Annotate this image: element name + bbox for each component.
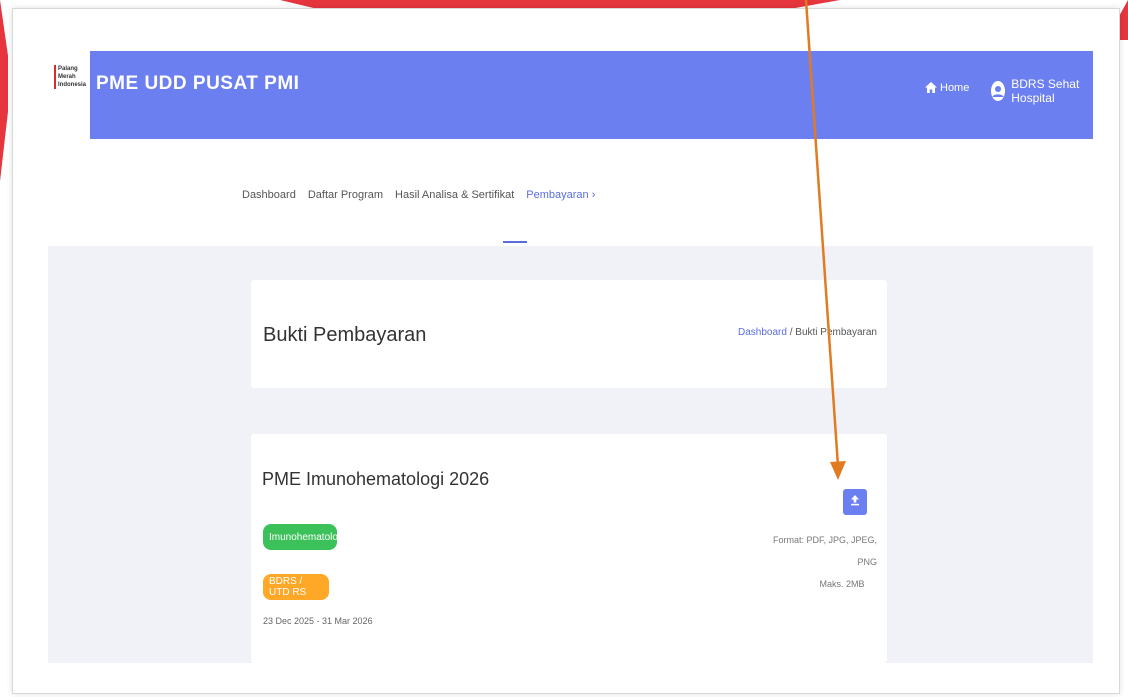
main-content: Bukti Pembayaran Dashboard / Bukti Pemba… <box>48 246 1093 663</box>
menu-item-hasil-analisa[interactable]: Hasil Analisa & Sertifikat <box>395 189 514 201</box>
logo-text: Palang Merah Indonesia <box>54 65 88 89</box>
app: Palang Merah Indonesia PME UDD PUSAT PMI… <box>48 51 1093 663</box>
upload-icon <box>850 493 860 511</box>
program-date-range: 23 Dec 2025 - 31 Mar 2026 <box>263 616 373 626</box>
chevron-right-icon: › <box>591 189 596 201</box>
top-navbar: Palang Merah Indonesia PME UDD PUSAT PMI… <box>48 51 1093 139</box>
menu-item-daftar-program[interactable]: Daftar Program <box>308 189 383 201</box>
category-badge: Imunohematologi <box>263 524 346 550</box>
breadcrumb: Dashboard / Bukti Pembayaran <box>738 327 877 338</box>
user-avatar-icon <box>991 81 1006 101</box>
home-link[interactable]: Home <box>924 81 969 94</box>
user-menu[interactable]: BDRS Sehat Hospital <box>991 77 1093 105</box>
page-title: Bukti Pembayaran <box>263 324 427 346</box>
breadcrumb-separator: / <box>789 327 793 338</box>
active-menu-indicator <box>503 241 527 243</box>
upload-hint: Format: PDF, JPG, JPEG, PNG Maks. 2MB <box>767 529 877 595</box>
menu-item-pembayaran-label: Pembayaran <box>526 189 589 201</box>
brand-title: PME UDD PUSAT PMI <box>96 73 300 94</box>
menu-item-pembayaran[interactable]: Pembayaran › <box>526 189 595 201</box>
decorative-red-stroke-left <box>0 0 8 182</box>
home-label: Home <box>940 81 970 94</box>
pmi-logo[interactable]: Palang Merah Indonesia <box>48 51 90 139</box>
participant-type-badge: BDRS / UTD RS <box>263 574 329 600</box>
program-card: PME Imunohematologi 2026 Imunohematologi… <box>251 434 887 663</box>
breadcrumb-current: Bukti Pembayaran <box>795 327 877 338</box>
program-title: PME Imunohematologi 2026 <box>262 469 490 489</box>
user-name: BDRS Sehat Hospital <box>1011 77 1080 105</box>
main-menu: Dashboard Daftar Program Hasil Analisa &… <box>242 189 595 201</box>
menu-item-dashboard[interactable]: Dashboard <box>242 189 296 201</box>
home-icon <box>924 81 938 94</box>
upload-payment-button[interactable] <box>843 489 867 515</box>
upload-format-text: Format: PDF, JPG, JPEG, PNG <box>772 535 877 567</box>
decorative-red-stroke-top <box>280 0 840 8</box>
breadcrumb-dashboard-link[interactable]: Dashboard <box>738 327 787 338</box>
upload-max-size-text: Maks. 2MB <box>819 579 865 589</box>
menu-bar: Dashboard Daftar Program Hasil Analisa &… <box>48 139 1093 246</box>
page-header-card: Bukti Pembayaran Dashboard / Bukti Pemba… <box>251 280 887 388</box>
